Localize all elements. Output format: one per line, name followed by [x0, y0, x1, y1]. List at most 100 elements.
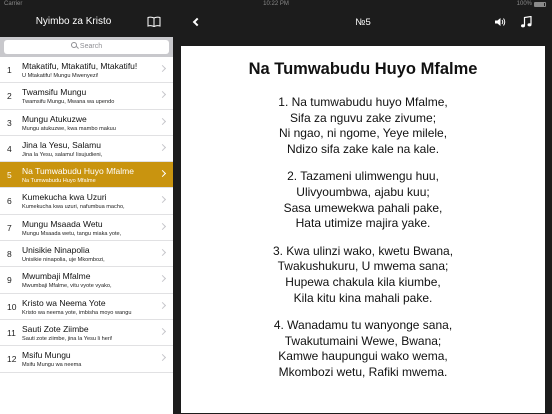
song-first-line: Kristo wa neema yote, imbisha moyo wangu: [22, 309, 132, 316]
song-title-label: Mungu Atukuzwe: [22, 113, 87, 124]
song-list-panel: Nyimbo za Kristo Search 1 Mtakatifu, Mtak…: [0, 8, 173, 414]
list-item[interactable]: 3 Mungu Atukuzwe Mungu atukuzwe, kwa mambo…: [0, 109, 173, 136]
search-icon: [70, 42, 77, 48]
list-item[interactable]: 6 Kumekucha kwa Uzuri Kumekucha kwa uzuri,…: [0, 188, 173, 215]
chevron-right-icon: [158, 275, 167, 283]
lyric-line: Sasa umewekwa pahali pake,: [283, 200, 443, 215]
stanza: 2. Tazameni ulimwengu huu, Ulivyoumbwa, a…: [181, 169, 545, 231]
chevron-right-icon: [158, 91, 167, 99]
lyric-line: 1. Na tumwabudu huyo Mfalme,: [278, 95, 448, 109]
lyric-line: Ndizo sifa zake kale na kale.: [286, 141, 440, 156]
stanza: 3. Kwa ulinzi wako, kwetu Bwana, Twakushu…: [181, 244, 545, 306]
music-note-icon[interactable]: [520, 16, 532, 28]
song-first-line: Msifu Mungu wa neema: [22, 362, 82, 369]
lyric-line: Kamwe haupungui wako wema,: [278, 349, 448, 364]
lyric-line: Ulivyoumbwa, ajabu kuu;: [296, 184, 430, 199]
song-title-label: Unisikie Ninapolia: [22, 245, 90, 256]
song-number-label: 8: [7, 249, 12, 260]
song-number-label: 12: [7, 354, 17, 365]
chevron-right-icon: [158, 117, 167, 125]
song-title-label: Twamsifu Mungu: [22, 87, 87, 98]
list-item[interactable]: 1 Mtakatifu, Mtakatifu, Mtakatifu! U Mtaka…: [0, 57, 173, 84]
song-first-line: Mungu Msaada wetu, tangu miaka yote,: [22, 230, 122, 237]
lyric-line: Hata utimize majira yake.: [295, 216, 431, 231]
app-title: Nyimbo za Kristo: [35, 16, 112, 27]
list-header: Nyimbo za Kristo: [0, 8, 173, 37]
battery-percent: 100%: [516, 1, 532, 7]
lyric-line: 4. Wanadamu tu wanyonge sana,: [273, 318, 453, 333]
chevron-right-icon: [158, 64, 167, 73]
song-first-line: Kumekucha kwa uzuri, nafumbua macho,: [22, 204, 125, 211]
search-bar: Search: [0, 37, 173, 57]
list-item[interactable]: 11 Sauti Zote Ziimbe Sauti zote ziimbe, ji…: [0, 319, 173, 347]
chevron-right-icon: [158, 222, 167, 230]
chevron-right-icon: [158, 301, 167, 309]
status-bar: Carrier 10:22 PM 100%: [0, 0, 552, 8]
song-title-label: Msifu Mungu: [22, 350, 71, 361]
song-first-line: U Mtakatifu! Mungu Mwenyezi!: [22, 73, 99, 79]
stanza: 1. Na tumwabudu huyo Mfalme, Sifa za nguv…: [181, 95, 545, 157]
chevron-right-icon: [158, 354, 167, 362]
list-item[interactable]: 4 Jina la Yesu, Salamu Jina la Yesu, salam…: [0, 135, 173, 163]
song-number-label: 9: [7, 275, 12, 286]
song-number-label: 5: [7, 170, 12, 181]
lyrics-card: Na Tumwabudu Huyo Mfalme 1. Na tumwabudu…: [181, 46, 545, 413]
song-title-label: Jina la Yesu, Salamu: [22, 139, 101, 150]
lyrics: 1. Na tumwabudu huyo Mfalme, Sifa za nguv…: [181, 95, 545, 381]
song-number-label: 6: [7, 196, 12, 207]
song-number-label: 4: [7, 143, 12, 154]
stanza: 4. Wanadamu tu wanyonge sana, Twakutumain…: [181, 318, 545, 380]
lyric-line: Twakushukuru, U mwema sana;: [277, 259, 449, 274]
song-detail-panel: №5 Na Tumwabudu Huyo Mfalme 1. Na tumwab…: [174, 8, 552, 414]
song-title-label: Mtakatifu, Mtakatifu, Mtakatifu!: [22, 61, 138, 71]
song-first-line: Mwumbaji Mfalme, vitu vyote vyako,: [22, 283, 112, 290]
list-item[interactable]: 12 Msifu Mungu Msifu Mungu wa neema: [0, 346, 173, 373]
lyric-line: Hupewa chakula kila kiumbe,: [285, 274, 441, 289]
list-item[interactable]: 2 Twamsifu Mungu Twamsifu Mungu, Mwana wa …: [0, 83, 173, 110]
lyric-line: Kila kitu kina mahali pake.: [293, 290, 433, 305]
song-number-label: 1: [7, 65, 12, 75]
song-title-label: Mwumbaji Mfalme: [22, 271, 91, 282]
song-number-label: 3: [7, 117, 12, 128]
song-title: Na Tumwabudu Huyo Mfalme: [248, 60, 478, 78]
list-item[interactable]: 10 Kristo wa Neema Yote Kristo wa neema yo…: [0, 293, 173, 320]
list-item[interactable]: 7 Mungu Msaada Wetu Mungu Msaada wetu, tan…: [0, 214, 173, 242]
song-title-label: Mungu Msaada Wetu: [22, 218, 103, 229]
list-item[interactable]: 9 Mwumbaji Mfalme Mwumbaji Mfalme, vitu vy…: [0, 267, 173, 294]
song-list: 1 Mtakatifu, Mtakatifu, Mtakatifu! U Mtaka…: [0, 57, 173, 373]
speaker-icon[interactable]: [494, 17, 506, 27]
song-first-line: Jina la Yesu, salamu! lisujudieni,: [22, 151, 103, 158]
battery-icon: [534, 2, 546, 7]
song-title-label: Sauti Zote Ziimbe: [22, 323, 89, 334]
song-first-line: Mungu atukuzwe, kwa mambo makuu: [22, 125, 116, 132]
lyric-line: Twakutumaini Wewe, Bwana;: [284, 333, 442, 348]
search-input[interactable]: Search: [4, 40, 169, 54]
song-first-line: Na Tumwabudu Huyo Mfalme: [22, 178, 96, 185]
chevron-right-icon: [158, 170, 167, 178]
lyric-line: Ni ngao, ni ngome, Yeye milele,: [278, 126, 448, 141]
song-number-label: 7: [7, 222, 12, 233]
lyric-line: Sifa za nguvu zake zivume;: [289, 110, 437, 125]
chevron-right-icon: [158, 327, 167, 336]
list-item[interactable]: 8 Unisikie Ninapolia Unisikie ninapolia, u…: [0, 241, 173, 268]
song-number-label: 2: [7, 91, 12, 102]
song-number-label: 10: [7, 301, 17, 312]
list-item[interactable]: 5 Na Tumwabudu Huyo Mfalme Na Tumwabudu Hu…: [0, 162, 173, 189]
book-icon[interactable]: [147, 16, 161, 27]
song-first-line: Sauti zote ziimbe, jina la Yesu li heri!: [22, 335, 113, 342]
song-title-label: Kristo wa Neema Yote: [22, 297, 106, 308]
song-first-line: Unisikie ninapolia, uje Mkombozi,: [22, 257, 105, 264]
song-first-line: Twamsifu Mungu, Mwana wa upendo: [22, 99, 115, 106]
song-title-label: Na Tumwabudu Huyo Mfalme: [22, 166, 134, 177]
chevron-right-icon: [158, 196, 167, 204]
chevron-right-icon: [158, 249, 167, 257]
lyric-line: Mkombozi wetu, Rafiki mwema.: [278, 364, 448, 379]
song-number-label: 11: [7, 327, 16, 338]
search-placeholder: Search: [79, 43, 103, 50]
detail-header: №5: [174, 8, 552, 37]
status-time: 10:22 PM: [263, 1, 289, 7]
lyric-line: 2. Tazameni ulimwengu huu,: [287, 169, 439, 184]
chevron-right-icon: [158, 143, 167, 151]
lyric-line: 3. Kwa ulinzi wako, kwetu Bwana,: [272, 243, 454, 258]
song-title-label: Kumekucha kwa Uzuri: [22, 192, 107, 203]
